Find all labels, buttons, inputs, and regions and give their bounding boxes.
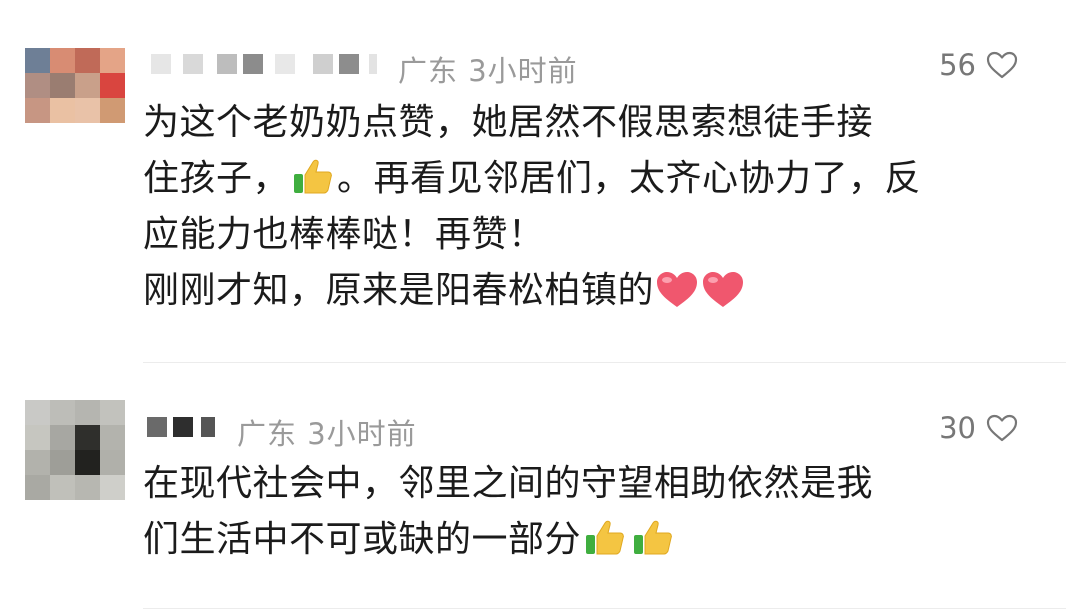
comment-line: 住孩子， 。再看见邻居们，太齐心协力了，反	[143, 158, 922, 199]
comment-line: 们生活中不可或缺的一部分	[143, 512, 873, 568]
comment-item: 广东 3小时前 56 为这个老奶奶点赞，她居然不假思索想徒手接 住孩子， 。再看…	[0, 0, 1066, 362]
comment-line: 应能力也棒棒哒！再赞！	[143, 214, 545, 255]
red-heart-icon	[657, 272, 698, 307]
username-blurred[interactable]	[143, 411, 233, 441]
red-heart-icon	[703, 272, 744, 307]
comment-meta: 广东 3小时前	[237, 411, 417, 453]
heart-outline-icon	[986, 414, 1018, 442]
avatar[interactable]	[25, 400, 125, 500]
heart-outline-icon	[986, 51, 1018, 79]
time-label: 3小时前	[307, 417, 417, 451]
thumbs-up-icon	[294, 159, 332, 194]
like-button[interactable]: 30	[939, 411, 1018, 445]
location-label: 广东	[398, 54, 459, 88]
comment-meta: 广东 3小时前	[398, 48, 578, 90]
location-label: 广东	[237, 417, 298, 451]
like-count: 30	[939, 411, 976, 445]
avatar[interactable]	[25, 48, 125, 123]
thumbs-up-icon	[586, 520, 624, 555]
like-button[interactable]: 56	[939, 48, 1018, 82]
comment-text: 为这个老奶奶点赞，她居然不假思索想徒手接 住孩子， 。再看见邻居们，太齐心协力了…	[143, 95, 921, 319]
like-count: 56	[939, 48, 976, 82]
username-blurred[interactable]	[143, 48, 383, 78]
comment-line: 刚刚才知，原来是阳春松柏镇的	[143, 263, 921, 319]
thumbs-up-icon	[634, 520, 672, 555]
divider	[143, 608, 1066, 609]
time-label: 3小时前	[468, 54, 578, 88]
comment-item: 广东 3小时前 30 在现代社会中，邻里之间的守望相助依然是我 们生活中不可或缺…	[0, 363, 1066, 608]
comment-line: 为这个老奶奶点赞，她居然不假思索想徒手接	[143, 102, 874, 143]
comment-line: 在现代社会中，邻里之间的守望相助依然是我	[143, 463, 874, 504]
comment-text: 在现代社会中，邻里之间的守望相助依然是我 们生活中不可或缺的一部分	[143, 456, 873, 568]
